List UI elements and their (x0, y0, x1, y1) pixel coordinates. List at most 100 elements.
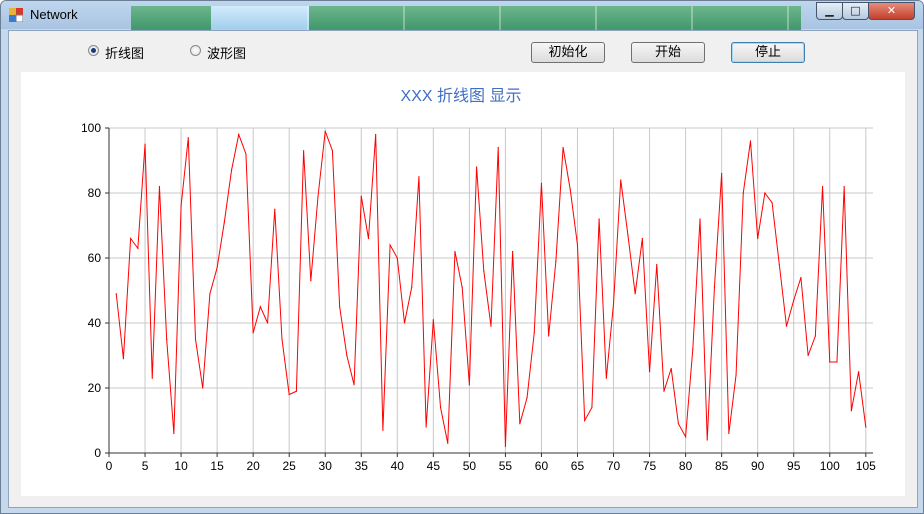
data-point (807, 354, 809, 357)
start-button[interactable]: 开始 (631, 42, 705, 63)
data-point (425, 426, 427, 428)
data-point (627, 234, 629, 236)
data-point (382, 429, 384, 431)
data-point (468, 384, 470, 386)
data-point (576, 244, 579, 246)
data-point (418, 176, 420, 178)
x-tick-label: 75 (643, 459, 657, 473)
series-line (115, 131, 867, 447)
data-point (238, 133, 240, 136)
data-point (310, 280, 312, 282)
data-point (331, 150, 334, 152)
data-point (778, 263, 780, 266)
data-point (836, 361, 838, 363)
data-point (793, 299, 795, 301)
radio-unselected-icon (190, 45, 201, 56)
data-point (209, 293, 211, 295)
app-window: Network ▁ □ ✕ 折线图 波形图 初始化 开始 停止 XXX 折线图 … (0, 0, 924, 514)
data-point (180, 205, 182, 207)
x-tick-label: 60 (535, 459, 549, 473)
client-area: 折线图 波形图 初始化 开始 停止 XXX 折线图 显示 0 5 10 15 20 25 3… (8, 30, 918, 508)
close-button[interactable]: ✕ (868, 2, 915, 20)
data-point (742, 192, 744, 194)
data-point (699, 218, 701, 220)
data-point (317, 195, 319, 197)
x-tick-label: 70 (607, 459, 621, 473)
data-point (526, 397, 528, 399)
data-point (490, 325, 492, 327)
data-point (245, 153, 247, 155)
x-tick-label: 45 (427, 459, 441, 473)
y-tick-label: 40 (88, 316, 102, 330)
data-point (281, 338, 283, 340)
window-title: Network (30, 7, 78, 22)
data-point (605, 377, 607, 379)
data-point (677, 423, 679, 425)
data-point (857, 371, 860, 373)
data-point (865, 426, 867, 428)
maximize-button[interactable]: □ (842, 2, 869, 20)
data-point (288, 393, 290, 396)
y-tick-label: 80 (88, 186, 102, 200)
line-chart-radio-label: 折线图 (105, 47, 145, 62)
data-point (173, 432, 175, 435)
data-point (771, 202, 773, 204)
y-tick-label: 100 (81, 121, 101, 135)
stop-button[interactable]: 停止 (731, 42, 805, 63)
y-tick-label: 20 (88, 381, 102, 395)
title-bar: Network ▁ □ ✕ (1, 1, 923, 30)
x-tick-label: 65 (571, 459, 585, 473)
data-point (367, 237, 370, 240)
data-point (785, 325, 788, 327)
background-decoration (131, 6, 801, 30)
data-point (728, 432, 730, 435)
waveform-radio-label: 波形图 (207, 47, 247, 62)
data-point (663, 390, 665, 392)
data-point (115, 293, 117, 295)
data-point (685, 436, 687, 438)
close-icon: ✕ (886, 4, 897, 17)
data-point (151, 377, 153, 379)
data-point (814, 335, 816, 337)
data-point (411, 286, 413, 288)
data-point (324, 130, 326, 132)
data-point (800, 276, 802, 279)
data-point (764, 192, 766, 194)
x-tick-label: 80 (679, 459, 693, 473)
data-point (346, 354, 348, 357)
x-tick-label: 50 (463, 459, 477, 473)
chart-area: XXX 折线图 显示 0 5 10 15 20 25 30 35 40 45 50 55 60 65 70 7… (21, 72, 905, 496)
x-tick-label: 10 (174, 459, 188, 473)
data-point (375, 133, 377, 136)
data-point (648, 371, 651, 373)
data-point (641, 237, 643, 240)
data-point (259, 306, 261, 308)
x-tick-label: 90 (751, 459, 765, 473)
x-tick-label: 0 (106, 459, 113, 473)
data-point (512, 250, 514, 253)
x-tick-label: 100 (820, 459, 840, 473)
data-point (202, 387, 204, 389)
data-point (598, 218, 600, 220)
x-tick-label: 30 (319, 459, 333, 473)
data-point (295, 390, 297, 392)
x-tick-label: 55 (499, 459, 513, 473)
data-point (432, 319, 434, 321)
x-tick-label: 40 (391, 459, 405, 473)
data-point (158, 185, 161, 188)
radio-selected-icon (88, 45, 99, 56)
gridlines (108, 127, 873, 454)
y-tick-label: 0 (94, 446, 101, 460)
x-tick-label: 35 (355, 459, 369, 473)
data-point (216, 267, 218, 269)
data-point (339, 306, 341, 308)
initialize-button[interactable]: 初始化 (531, 42, 605, 63)
data-point (749, 140, 752, 142)
data-point (461, 286, 463, 288)
data-point (569, 189, 571, 191)
line-chart: XXX 折线图 显示 0 5 10 15 20 25 30 35 40 45 50 55 60 65 70 7… (81, 87, 876, 473)
data-point (230, 169, 233, 171)
minimize-button[interactable]: ▁ (816, 2, 843, 20)
x-tick-label: 105 (856, 459, 876, 473)
data-point (821, 185, 824, 188)
